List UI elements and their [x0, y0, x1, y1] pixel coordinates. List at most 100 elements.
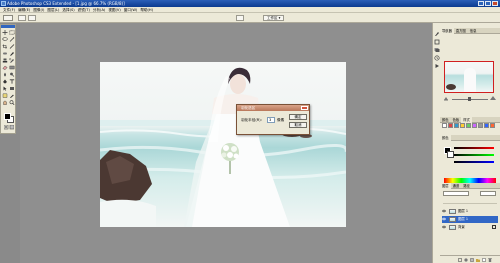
history-brush-tool-icon[interactable]	[9, 58, 15, 63]
add-selection-option[interactable]	[28, 15, 36, 21]
zoom-out-icon[interactable]	[444, 97, 449, 101]
dodge-tool-icon[interactable]	[9, 72, 15, 77]
lock-icon	[492, 225, 496, 229]
path-selection-tool-icon[interactable]	[2, 86, 8, 91]
cancel-button[interactable]: 取消	[289, 122, 307, 128]
blend-mode-select[interactable]	[443, 191, 469, 196]
magic-wand-tool-icon[interactable]	[9, 37, 15, 42]
style-swatch[interactable]	[490, 123, 495, 128]
layer-thumbnail	[449, 217, 456, 222]
lock-options[interactable]	[443, 199, 497, 204]
feather-selection-dialog: 羽化选区 羽化半径(R): 3 像素 确定 取消	[236, 104, 310, 135]
style-swatch[interactable]	[460, 123, 465, 128]
eraser-tool-icon[interactable]	[2, 65, 8, 70]
layer-name: 背景	[458, 225, 465, 229]
style-swatch[interactable]	[472, 123, 477, 128]
maximize-button[interactable]	[485, 1, 491, 6]
type-tool-icon[interactable]	[9, 79, 15, 84]
navigator-panel-tabs: 导航器 直方图 信息	[440, 28, 500, 34]
quick-mask-icon[interactable]	[3, 124, 15, 130]
layer-style-icon[interactable]	[464, 258, 468, 262]
bridge-button[interactable]	[236, 15, 244, 21]
eyedropper-tool-icon[interactable]	[9, 93, 15, 98]
notes-tool-icon[interactable]	[2, 93, 8, 98]
tool-preset-picker[interactable]	[3, 15, 13, 21]
photoshop-icon	[1, 1, 6, 6]
layer-name: 图层 1	[458, 209, 469, 213]
delete-layer-icon[interactable]	[488, 258, 492, 262]
tab-navigator[interactable]: 导航器	[440, 28, 454, 34]
right-panels: 导航器 直方图 信息 颜色 色板 样式 颜色 图层 通道 路径 图层 1 图层 …	[440, 23, 500, 263]
navigator-zoom	[444, 96, 496, 102]
layer-row[interactable]: 图层 1	[442, 208, 498, 215]
toolbox	[0, 24, 16, 134]
layer-row-selected[interactable]: 图层 1	[442, 216, 498, 223]
feather-radius-input[interactable]: 3	[267, 117, 275, 123]
red-slider[interactable]	[454, 147, 494, 149]
healing-brush-tool-icon[interactable]	[2, 51, 8, 56]
tab-channels[interactable]: 通道	[451, 183, 462, 189]
navigator-preview[interactable]	[444, 61, 494, 93]
tab-layers[interactable]: 图层	[440, 183, 451, 189]
style-swatch[interactable]	[478, 123, 483, 128]
collapsed-panel-strip	[432, 23, 440, 263]
blue-slider[interactable]	[454, 161, 494, 163]
close-button[interactable]	[492, 1, 498, 6]
layers-panel-tabs: 图层 通道 路径	[440, 183, 500, 189]
shape-tool-icon[interactable]	[9, 86, 15, 91]
window-title: Adobe Photoshop CS3 Extended - [1.jpg @ …	[7, 1, 125, 6]
layer-row[interactable]: 背景	[442, 224, 498, 231]
visibility-eye-icon[interactable]	[442, 225, 446, 229]
styles-swatches	[442, 123, 498, 128]
options-bar: 工作区 ▾	[0, 13, 500, 23]
move-tool-icon[interactable]	[2, 30, 8, 35]
clone-stamp-tool-icon[interactable]	[2, 58, 8, 63]
toolbox-grip[interactable]	[1, 25, 15, 28]
preview-bride	[464, 68, 476, 92]
zoom-in-icon[interactable]	[490, 96, 496, 101]
zoom-slider-thumb[interactable]	[468, 97, 471, 101]
crop-tool-icon[interactable]	[2, 44, 8, 49]
style-swatch[interactable]	[454, 123, 459, 128]
layer-thumbnail	[449, 209, 456, 214]
marquee-tool-icon[interactable]	[9, 30, 15, 35]
tab-info[interactable]: 信息	[468, 28, 479, 34]
style-swatch[interactable]	[442, 123, 447, 128]
tab-color-picker[interactable]: 颜色	[440, 135, 451, 141]
dialog-close-icon[interactable]	[301, 106, 308, 110]
ok-button[interactable]: 确定	[289, 114, 307, 120]
new-layer-icon[interactable]	[482, 258, 486, 262]
workspace-button[interactable]: 工作区 ▾	[263, 15, 285, 21]
style-swatch[interactable]	[448, 123, 453, 128]
minimize-button[interactable]	[478, 1, 484, 6]
link-layers-icon[interactable]	[458, 258, 462, 262]
title-bar: Adobe Photoshop CS3 Extended - [1.jpg @ …	[0, 0, 500, 7]
add-mask-icon[interactable]	[470, 258, 474, 262]
lasso-tool-icon[interactable]	[2, 37, 8, 42]
new-group-icon[interactable]	[476, 258, 480, 262]
color-picker-tabs: 颜色	[440, 135, 500, 141]
visibility-eye-icon[interactable]	[442, 217, 446, 221]
opacity-field[interactable]	[480, 191, 496, 196]
zoom-tool-icon[interactable]	[9, 100, 15, 105]
gradient-tool-icon[interactable]	[9, 65, 15, 70]
tab-paths[interactable]: 路径	[461, 183, 472, 189]
green-slider[interactable]	[454, 154, 494, 156]
dialog-title: 羽化选区	[241, 106, 256, 110]
style-swatch[interactable]	[484, 123, 489, 128]
pen-tool-icon[interactable]	[2, 79, 8, 84]
hand-tool-icon[interactable]	[2, 100, 8, 105]
tab-histogram[interactable]: 直方图	[454, 28, 468, 34]
blur-tool-icon[interactable]	[2, 72, 8, 77]
layers-footer	[440, 255, 500, 263]
style-swatch[interactable]	[466, 123, 471, 128]
document-image[interactable]	[100, 62, 346, 227]
color-bg-chip[interactable]	[447, 151, 454, 158]
slice-tool-icon[interactable]	[9, 44, 15, 49]
preview-rock	[446, 84, 456, 90]
foreground-color-swatch[interactable]	[4, 113, 11, 120]
dialog-title-bar: 羽化选区	[237, 105, 309, 111]
brush-tool-icon[interactable]	[9, 51, 15, 56]
visibility-eye-icon[interactable]	[442, 209, 446, 213]
new-selection-option[interactable]	[18, 15, 26, 21]
